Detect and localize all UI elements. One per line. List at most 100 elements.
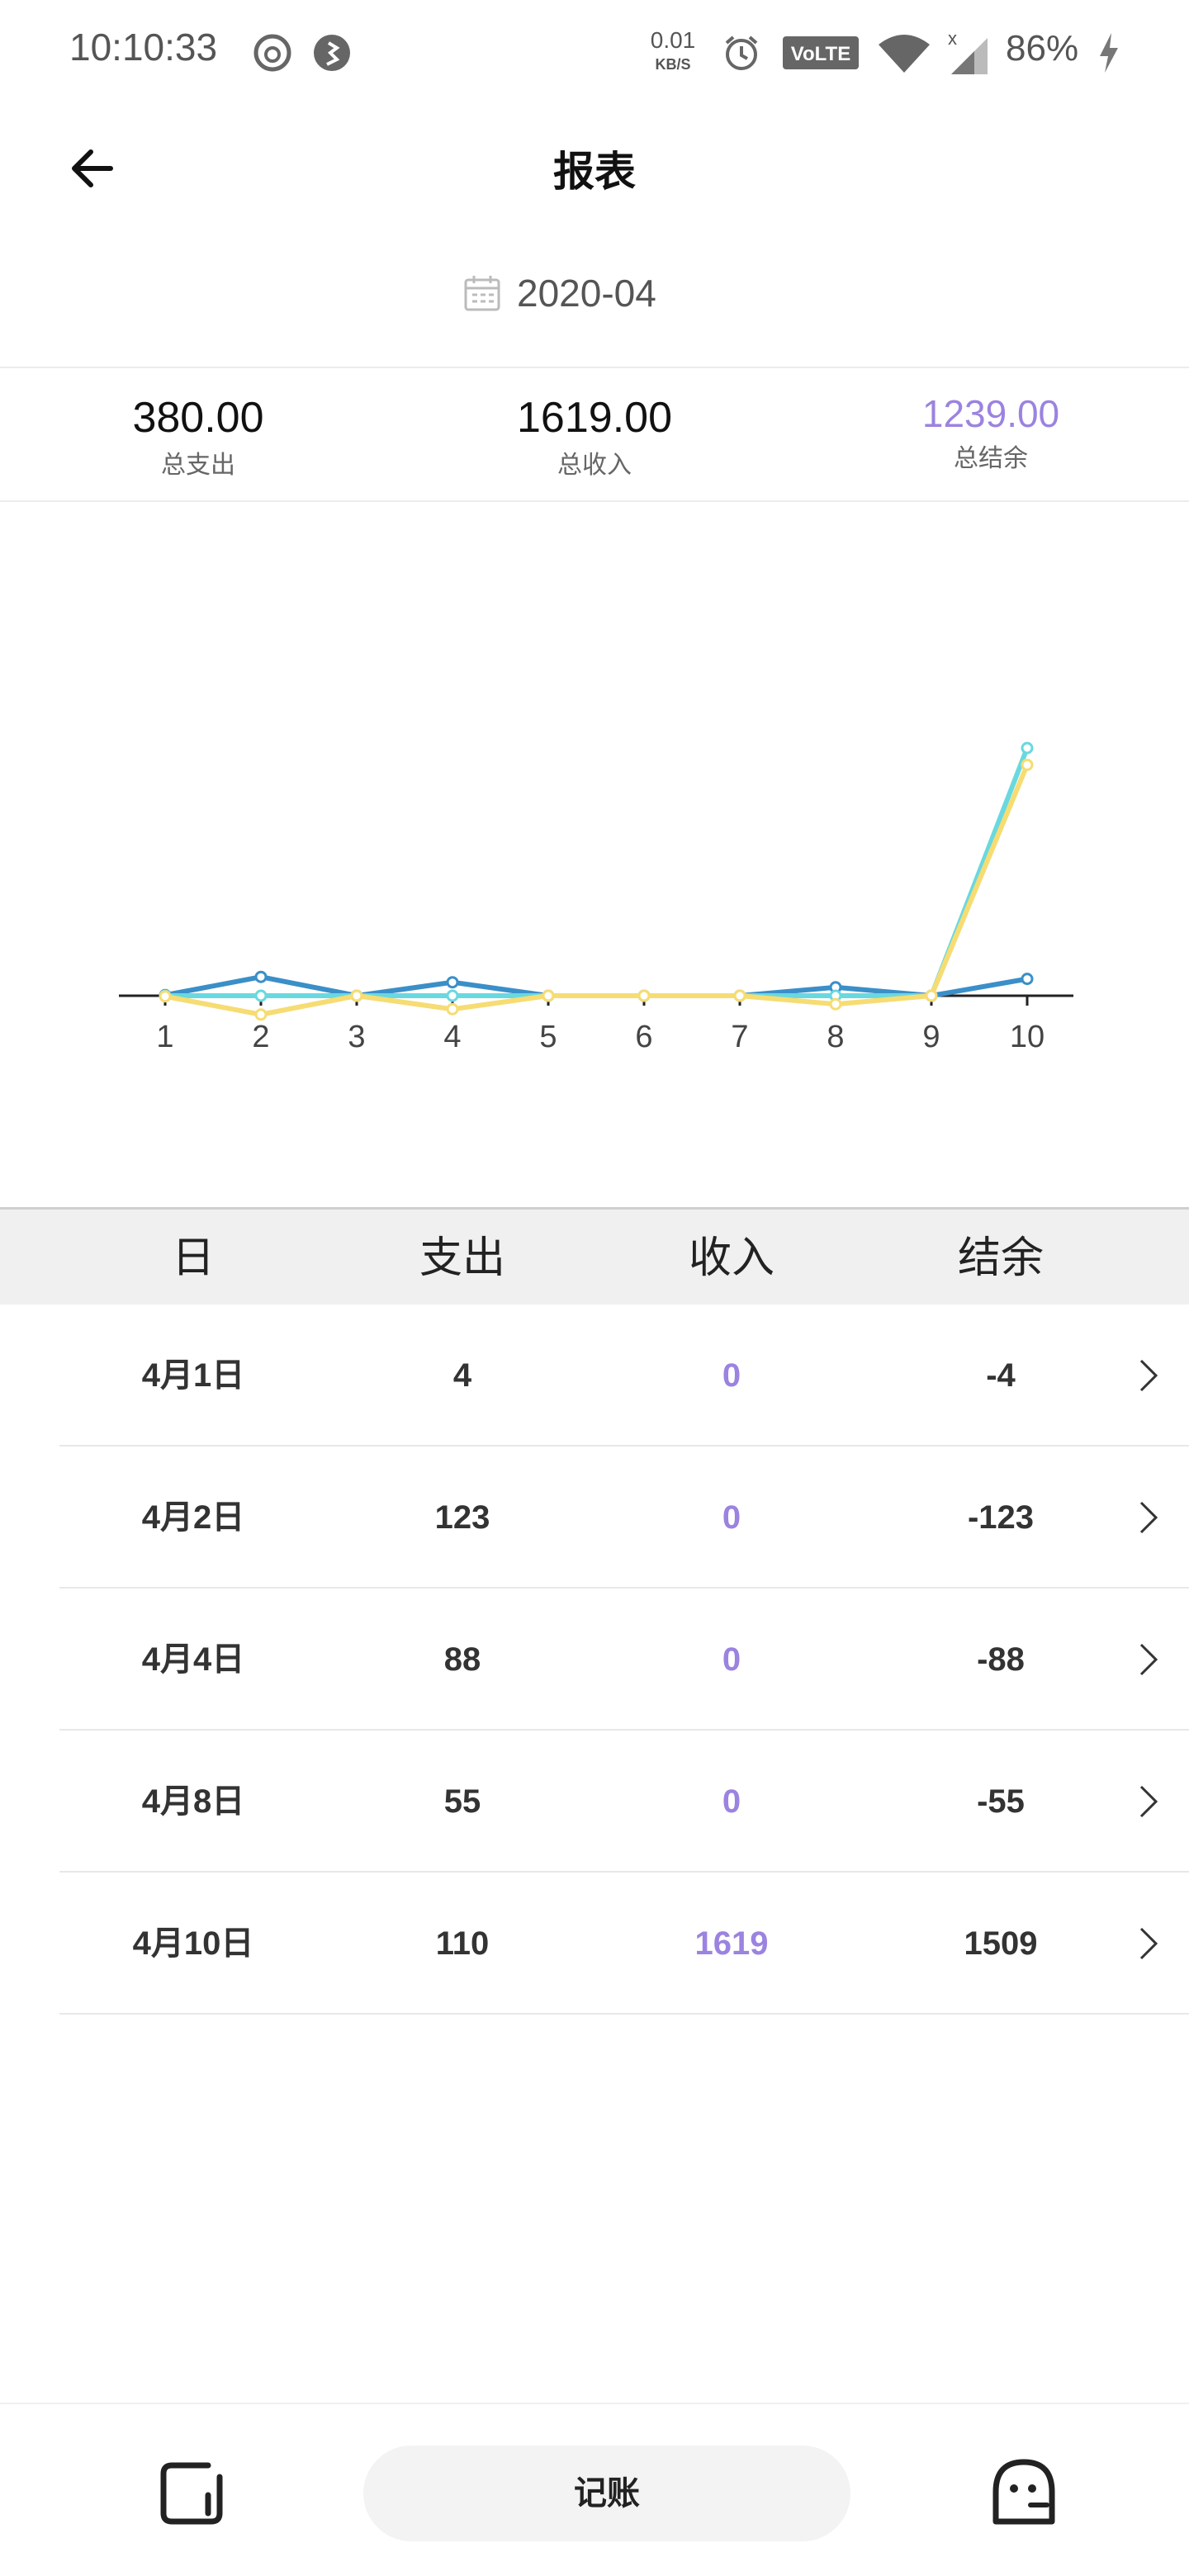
page-title: 报表 [553, 148, 636, 196]
total-expense: 380.00 总支出 [0, 368, 396, 481]
status-time: 10:10:33 [69, 26, 218, 69]
x-tick-label: 2 [252, 1020, 269, 1054]
profile-tab-icon[interactable] [988, 2455, 1060, 2528]
data-point [446, 976, 459, 989]
record-button[interactable]: 记账 [363, 2446, 850, 2541]
header-day: 日 [171, 1234, 215, 1283]
summary-panel: 380.00 总支出 1619.00 总收入 1239.00 总结余 [0, 368, 1189, 500]
row-divider [59, 2013, 1189, 2015]
header-balance: 结余 [957, 1234, 1044, 1283]
data-point [159, 990, 172, 1003]
data-point [350, 989, 363, 1002]
data-point [1021, 758, 1034, 771]
data-point [829, 997, 842, 1011]
header-expense: 支出 [419, 1234, 505, 1283]
status-bar: 10:10:33 0.01 KB/S VoLTE x 86% [0, 0, 1189, 107]
table-row[interactable]: 4月4日 88 0 -88 [0, 1589, 1189, 1731]
row-income: 0 [722, 1499, 741, 1536]
x-tick-label: 1 [156, 1020, 173, 1054]
x-tick-label: 9 [922, 1020, 940, 1054]
volte-label: VoLTE [791, 43, 850, 65]
table-row[interactable]: 4月10日 110 1619 1509 [0, 1873, 1189, 2015]
row-income: 1619 [694, 1925, 769, 1962]
header-income: 收入 [688, 1234, 775, 1283]
row-income: 0 [722, 1783, 741, 1820]
x-tick-label: 3 [348, 1020, 365, 1054]
row-balance: -55 [977, 1783, 1025, 1820]
row-expense: 88 [443, 1641, 481, 1678]
row-balance: -88 [977, 1641, 1025, 1678]
daily-line-chart: 1 2 3 4 5 6 7 8 9 10 [0, 502, 1189, 1212]
total-income: 1619.00 总收入 [396, 368, 793, 481]
music-app-icon [314, 35, 350, 71]
chevron-right-icon [1139, 1501, 1158, 1534]
data-point [637, 989, 651, 1002]
data-point [446, 989, 459, 1002]
row-day: 4月4日 [141, 1641, 245, 1678]
row-income: 0 [722, 1357, 741, 1394]
report-tab-icon[interactable] [157, 2459, 226, 2528]
wifi-icon [879, 35, 930, 73]
data-point [1021, 741, 1034, 755]
charging-icon [1100, 33, 1118, 73]
data-point [542, 989, 555, 1002]
month-picker[interactable]: 2020-04 [462, 264, 656, 322]
data-point [733, 989, 746, 1002]
data-point [254, 1008, 268, 1021]
table-row[interactable]: 4月1日 4 0 -4 [0, 1305, 1189, 1447]
data-point [254, 989, 268, 1002]
row-balance: 1509 [964, 1925, 1038, 1962]
month-label: 2020-04 [517, 272, 656, 315]
battery-level: 86% [1006, 28, 1079, 69]
alarm-icon [725, 36, 758, 70]
x-tick-label: 10 [1010, 1020, 1045, 1054]
series-line-0 [164, 974, 1028, 998]
x-tick-label: 8 [827, 1020, 844, 1054]
chart-svg: 1 2 3 4 5 6 7 8 9 10 [119, 741, 1073, 1054]
total-income-value: 1619.00 [517, 394, 672, 442]
row-income: 0 [722, 1641, 741, 1678]
net-speed-indicator: 0.01 KB/S [651, 27, 696, 73]
x-tick-label: 4 [443, 1020, 461, 1054]
table-header: 日 支出 收入 结余 [0, 1207, 1189, 1305]
chevron-right-icon [1139, 1643, 1158, 1676]
x-tick-label: 6 [635, 1020, 652, 1054]
series-line-2 [164, 764, 1030, 1017]
series-line-1 [165, 746, 1030, 998]
daily-list: 4月1日 4 0 -4 4月2日 123 0 -123 4月4日 88 0 -8… [0, 1305, 1189, 2015]
bottom-navigation: 记账 [0, 2403, 1189, 2576]
row-expense: 110 [435, 1925, 490, 1962]
net-speed-value: 0.01 [651, 27, 696, 53]
table-row[interactable]: 4月8日 55 0 -55 [0, 1731, 1189, 1873]
net-speed-unit: KB/S [655, 56, 690, 73]
row-expense: 4 [452, 1357, 472, 1394]
total-expense-value: 380.00 [132, 394, 264, 442]
total-income-label: 总收入 [557, 451, 632, 480]
row-day: 4月8日 [141, 1783, 245, 1820]
row-balance: -123 [967, 1499, 1035, 1536]
svg-text:x: x [948, 28, 957, 49]
row-expense: 123 [434, 1499, 490, 1536]
row-day: 4月2日 [141, 1499, 245, 1536]
table-row[interactable]: 4月2日 123 0 -123 [0, 1447, 1189, 1589]
data-point [925, 989, 938, 1002]
chevron-right-icon [1139, 1359, 1158, 1392]
row-day: 4月10日 [132, 1925, 254, 1962]
row-expense: 55 [443, 1783, 481, 1820]
chevron-right-icon [1139, 1927, 1158, 1960]
data-point [1021, 973, 1034, 986]
row-day: 4月1日 [141, 1357, 245, 1394]
data-point [446, 1002, 459, 1016]
row-balance: -4 [986, 1357, 1016, 1394]
total-balance-label: 总结余 [954, 444, 1028, 473]
total-balance: 1239.00 总结余 [793, 368, 1189, 474]
netease-music-icon [253, 34, 291, 72]
x-tick-label: 7 [731, 1020, 748, 1054]
data-point [254, 970, 268, 983]
volte-icon: VoLTE [783, 36, 859, 69]
signal-icon: x [948, 28, 988, 74]
total-expense-label: 总支出 [161, 451, 235, 480]
calendar-icon [464, 276, 500, 311]
chevron-right-icon [1139, 1785, 1158, 1818]
total-balance-value: 1239.00 [921, 392, 1060, 435]
